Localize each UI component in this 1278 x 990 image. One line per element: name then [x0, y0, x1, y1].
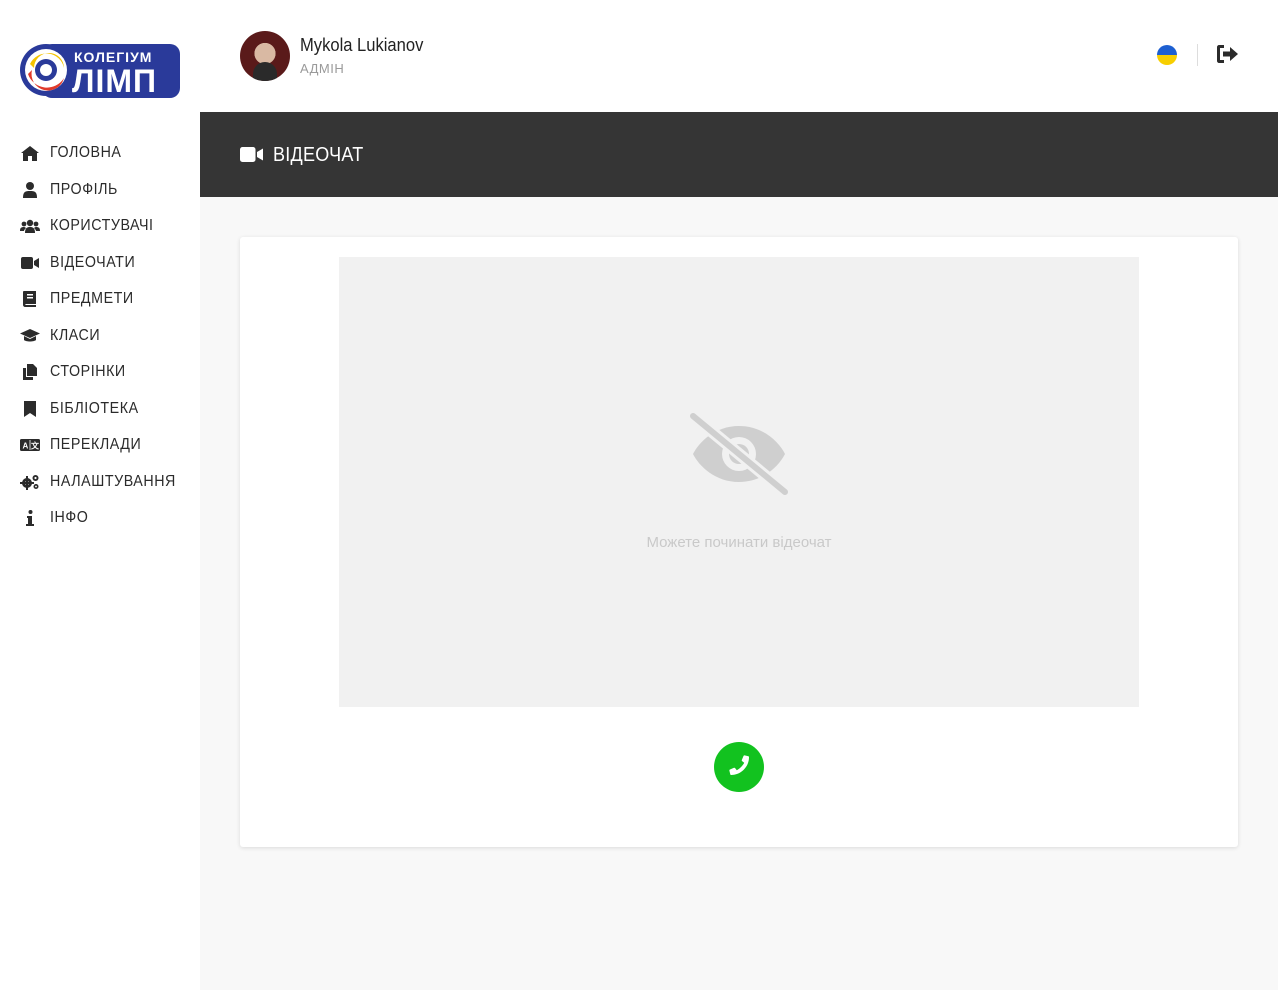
video-area: Можете починати відеочат [339, 257, 1139, 707]
avatar[interactable] [240, 31, 290, 81]
start-call-button[interactable] [714, 742, 764, 792]
sidebar-item-settings[interactable]: НАЛАШТУВАННЯ [0, 464, 200, 501]
sidebar-item-pages[interactable]: СТОРІНКИ [0, 354, 200, 391]
sidebar-item-home[interactable]: ГОЛОВНА [0, 135, 200, 172]
sidebar-item-library[interactable]: БІБЛІОТЕКА [0, 391, 200, 428]
sidebar-item-label: БІБЛІОТЕКА [50, 399, 139, 417]
sidebar-item-label: ГОЛОВНА [50, 144, 122, 162]
main-content: Можете починати відеочат [200, 197, 1278, 990]
page-header: ВІДЕОЧАТ [200, 112, 1278, 197]
sidebar-item-subjects[interactable]: ПРЕДМЕТИ [0, 281, 200, 318]
eye-slash-icon [687, 410, 791, 501]
home-icon [20, 145, 40, 161]
sidebar-item-label: ВІДЕОЧАТИ [50, 253, 136, 271]
top-bar: Mykola Lukianov АДМІН [200, 0, 1278, 112]
users-icon [20, 218, 40, 234]
info-icon [20, 510, 40, 527]
sidebar-item-label: КОРИСТУВАЧІ [50, 217, 154, 235]
user-name: Mykola Lukianov [300, 35, 424, 55]
page-title: ВІДЕОЧАТ [273, 144, 364, 166]
videochat-card: Можете починати відеочат [240, 237, 1238, 847]
ukraine-flag-icon[interactable] [1157, 45, 1177, 65]
book-icon [20, 291, 40, 308]
sidebar-item-info[interactable]: ІНФО [0, 500, 200, 537]
language-icon: A文 [20, 437, 40, 453]
svg-text:A: A [23, 442, 29, 451]
phone-icon [729, 754, 749, 780]
topbar-divider [1197, 44, 1198, 66]
sidebar-item-users[interactable]: КОРИСТУВАЧІ [0, 208, 200, 245]
copy-pages-icon [20, 364, 40, 381]
sidebar-item-label: КЛАСИ [50, 326, 101, 344]
video-placeholder-message: Можете починати відеочат [646, 534, 832, 551]
sidebar-item-label: ПЕРЕКЛАДИ [50, 436, 142, 454]
sidebar-nav: ГОЛОВНА ПРОФІЛЬ КОРИСТУВАЧІ ВІДЕОЧАТИ ПР… [0, 135, 200, 537]
video-camera-icon [20, 255, 40, 271]
bookmark-icon [20, 400, 40, 417]
graduation-cap-icon [20, 328, 40, 344]
logo-graphic: КОЛЕГІУМ ЛІМП [20, 44, 180, 99]
svg-text:文: 文 [31, 441, 40, 451]
sidebar-item-label: СТОРІНКИ [50, 363, 126, 381]
logo[interactable]: КОЛЕГІУМ ЛІМП [20, 42, 180, 99]
sidebar-item-label: ПРЕДМЕТИ [50, 290, 134, 308]
logo-main-text: ЛІМП [72, 63, 157, 98]
sidebar-item-classes[interactable]: КЛАСИ [0, 318, 200, 355]
cogs-icon [20, 474, 40, 490]
sidebar-item-label: НАЛАШТУВАННЯ [50, 472, 176, 490]
user-icon [20, 181, 40, 198]
video-camera-icon [240, 147, 263, 167]
sidebar-item-translations[interactable]: A文 ПЕРЕКЛАДИ [0, 427, 200, 464]
sign-out-icon[interactable] [1217, 45, 1239, 65]
sidebar-item-profile[interactable]: ПРОФІЛЬ [0, 172, 200, 209]
sidebar: КОЛЕГІУМ ЛІМП ГОЛОВНА ПРОФІЛЬ КОРИСТУВАЧ… [0, 0, 200, 990]
sidebar-item-label: ІНФО [50, 509, 89, 527]
user-role: АДМІН [300, 61, 345, 76]
sidebar-item-videochats[interactable]: ВІДЕОЧАТИ [0, 245, 200, 282]
sidebar-item-label: ПРОФІЛЬ [50, 180, 118, 198]
